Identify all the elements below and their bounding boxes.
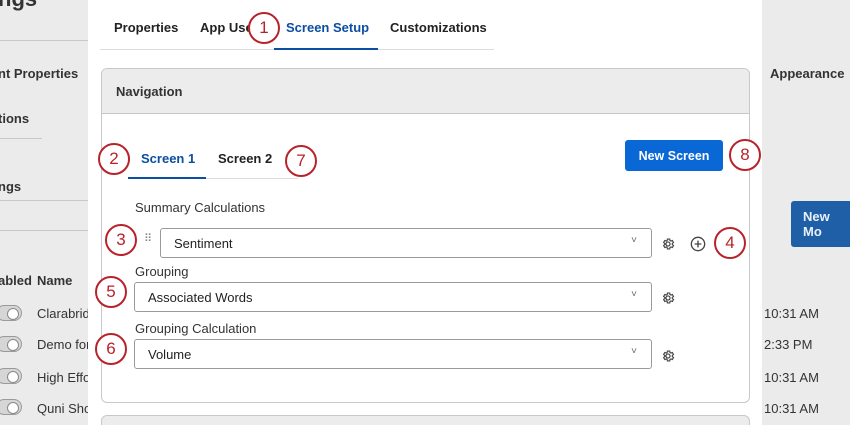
enabled-toggle[interactable] [0, 368, 22, 384]
tab-properties[interactable]: Properties [114, 20, 178, 35]
callout-4: 4 [714, 227, 746, 259]
new-screen-button[interactable]: New Screen [625, 140, 723, 171]
enabled-toggle[interactable] [0, 399, 22, 415]
tab-screen-2[interactable]: Screen 2 [218, 151, 272, 166]
enabled-toggle[interactable] [0, 305, 22, 321]
section-properties[interactable]: nt Properties [0, 66, 78, 81]
new-button[interactable]: New Mo [791, 201, 850, 247]
modal-tabs: Properties App Use Screen Setup Customiz… [100, 10, 494, 50]
drag-handle-icon[interactable]: ⠿ [144, 234, 152, 245]
callout-3: 3 [105, 224, 137, 256]
grouping-calculation-select[interactable]: Volume ˅ [134, 339, 652, 369]
column-header-appearance: Appearance [770, 66, 845, 81]
enabled-toggle[interactable] [0, 336, 22, 352]
section-options[interactable]: tions [0, 111, 29, 126]
column-header-enabled: abled [0, 273, 32, 288]
summary-calculation-value: Sentiment [174, 236, 233, 251]
grouping-calculation-label: Grouping Calculation [135, 321, 257, 336]
table-row-name: High Effo [37, 370, 91, 385]
section-settings[interactable]: ngs [0, 179, 21, 194]
chevron-down-icon: ˅ [631, 289, 637, 300]
table-row-name: Quni Sho [37, 401, 92, 416]
gear-icon[interactable] [661, 237, 675, 251]
tab-screen-setup[interactable]: Screen Setup [286, 20, 369, 35]
chevron-down-icon: ˅ [631, 346, 637, 357]
callout-7: 7 [285, 145, 317, 177]
summary-calculations-label: Summary Calculations [135, 200, 266, 215]
callout-6: 6 [95, 333, 127, 365]
tab-screen-1[interactable]: Screen 1 [141, 151, 195, 166]
table-row-name: Demo for [37, 337, 91, 352]
table-row-name: Clarabrid [37, 306, 90, 321]
chevron-down-icon: ˅ [631, 235, 637, 246]
grouping-calculation-value: Volume [148, 347, 192, 362]
active-tab-indicator [274, 48, 378, 50]
callout-5: 5 [95, 276, 127, 308]
callout-1: 1 [248, 12, 280, 44]
gear-icon[interactable] [661, 349, 675, 363]
add-circle-icon[interactable] [690, 236, 706, 252]
gear-icon[interactable] [661, 291, 675, 305]
column-header-name: Name [37, 273, 73, 288]
callout-2: 2 [98, 143, 130, 175]
grouping-select[interactable]: Associated Words ˅ [134, 282, 652, 312]
page-title: ngs [0, 0, 37, 12]
summary-calculation-select[interactable]: Sentiment ˅ [160, 228, 652, 258]
settings-modal: Properties App Use Screen Setup Customiz… [88, 0, 762, 425]
table-row-time: 10:31 AM [764, 401, 819, 416]
table-row-time: 2:33 PM [764, 337, 813, 352]
tab-customizations[interactable]: Customizations [390, 20, 487, 35]
callout-8: 8 [729, 139, 761, 171]
table-row-time: 10:31 AM [764, 306, 819, 321]
navigation-panel-header[interactable]: Navigation [102, 69, 749, 114]
next-panel [101, 415, 750, 425]
tab-app-use[interactable]: App Use [200, 20, 253, 35]
grouping-value: Associated Words [148, 290, 253, 305]
active-screen-indicator [128, 177, 206, 179]
table-row-time: 10:31 AM [764, 370, 819, 385]
grouping-label: Grouping [135, 264, 189, 279]
